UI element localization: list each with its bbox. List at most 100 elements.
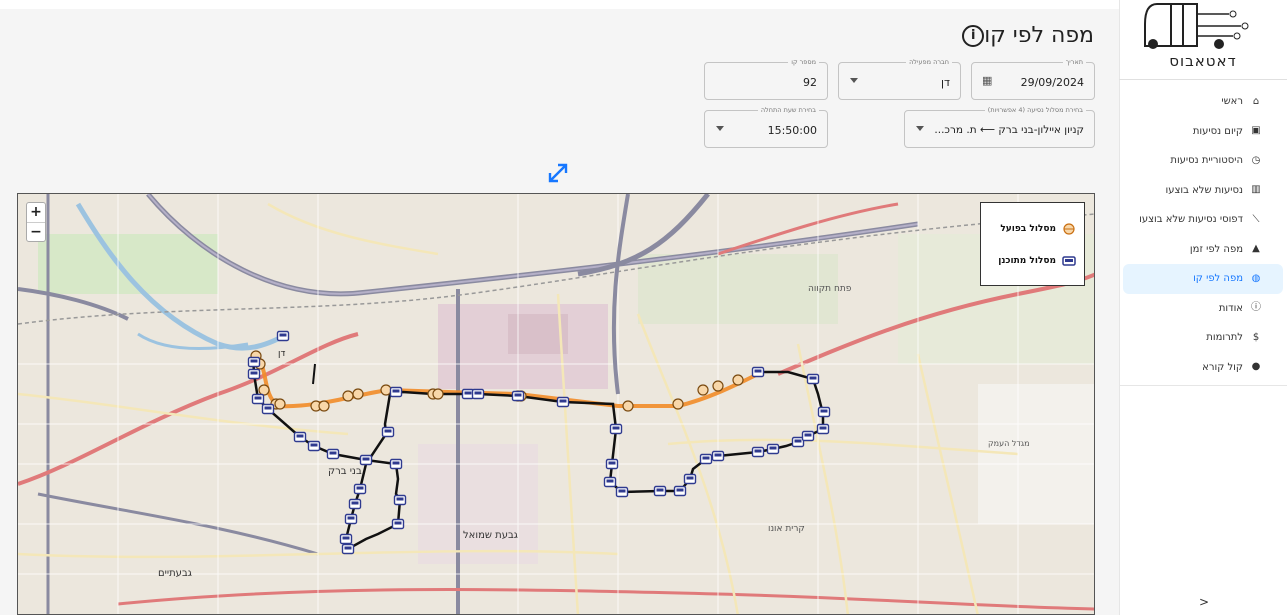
planned-stop-marker[interactable]: [816, 423, 830, 435]
sidebar-item-label: היסטוריית נסיעות: [1170, 155, 1243, 167]
operator-tag: דן: [278, 349, 286, 359]
planned-stop-marker[interactable]: [293, 431, 307, 443]
planned-stop-marker[interactable]: [603, 476, 617, 488]
actual-position-marker[interactable]: [274, 398, 286, 410]
bus-logo-icon: [1144, 3, 1249, 49]
sidebar-item-donations[interactable]: $ לתרומות: [1123, 323, 1283, 353]
line-chart-icon: ⟋: [1252, 213, 1260, 225]
place-label-givat-shmuel: גבעת שמואל: [463, 530, 518, 541]
planned-stop-marker[interactable]: [389, 458, 403, 470]
sidebar-item-label: דפוסי נסיעות שלא בוצעו: [1139, 214, 1243, 226]
planned-stop-marker[interactable]: [326, 448, 340, 460]
planned-stop-marker[interactable]: [766, 443, 780, 455]
route-value: קניון איילון-בני ברק ⟵ ת. מרכ...: [934, 124, 1084, 136]
sidebar-item-map-by-line[interactable]: ◍ מפה לפי קו: [1123, 264, 1283, 294]
planned-stop-marker[interactable]: [381, 426, 395, 438]
expand-map-icon[interactable]: [546, 161, 570, 185]
pin-icon: ●: [1251, 361, 1261, 373]
sidebar-item-about[interactable]: ⓘ אודות: [1123, 294, 1283, 324]
planned-stop-marker[interactable]: [817, 406, 831, 418]
app-logo[interactable]: דאטאבוס: [1119, 0, 1287, 80]
sidebar-item-label: ראשי: [1221, 96, 1243, 108]
sidebar-item-label: קיום נסיעות: [1192, 125, 1243, 137]
sidebar-item-trip-existence[interactable]: ▣ קיום נסיעות: [1123, 117, 1283, 147]
sidebar-item-label: אודות: [1218, 302, 1243, 314]
planned-stop-marker[interactable]: [251, 393, 265, 405]
planned-stop-marker[interactable]: [393, 494, 407, 506]
planned-stop-marker[interactable]: [261, 403, 275, 415]
legend-planned-route: מסלול מתוכנן: [998, 255, 1076, 267]
legend-planned-label: מסלול מתוכנן: [998, 256, 1056, 266]
actual-position-marker[interactable]: [342, 390, 354, 402]
planned-stop-marker[interactable]: [511, 390, 525, 402]
operator-select[interactable]: חברה מפעילה דן: [838, 58, 961, 100]
planned-stop-marker[interactable]: [699, 453, 713, 465]
info-icon[interactable]: i: [962, 24, 985, 47]
planned-stop-marker[interactable]: [605, 458, 619, 470]
planned-stop-marker[interactable]: [615, 486, 629, 498]
actual-position-marker[interactable]: [712, 380, 724, 392]
start-time-select[interactable]: בחירת שעת התחלה 15:50:00: [704, 106, 828, 148]
chevron-down-icon[interactable]: [716, 126, 724, 131]
planned-stop-marker[interactable]: [751, 446, 765, 458]
planned-stop-marker[interactable]: [247, 356, 261, 368]
logo-text: דאטאבוס: [1169, 52, 1237, 70]
main-content: מפה לפי קו i תאריך 29/09/2024 ▦ חברה מפע…: [0, 9, 1119, 615]
route-label: בחירת מסלול נסיעה (4 אפשרויות): [984, 106, 1086, 114]
planned-stop-marker[interactable]: [276, 330, 290, 342]
map[interactable]: בני ברק גבעת שמואל גבעתיים קרית אונו מגד…: [17, 193, 1095, 615]
planned-stop-marker[interactable]: [391, 518, 405, 530]
clock-icon: ◷: [1251, 154, 1261, 166]
planned-stop-marker[interactable]: [801, 430, 815, 442]
actual-position-marker[interactable]: [318, 400, 330, 412]
chevron-down-icon[interactable]: [850, 78, 858, 83]
planned-stop-marker[interactable]: [471, 388, 485, 400]
sidebar-menu: ⌂ ראשי ▣ קיום נסיעות ◷ היסטוריית נסיעות …: [1119, 87, 1287, 382]
planned-stop-marker[interactable]: [341, 543, 355, 555]
globe-icon: ◍: [1251, 272, 1261, 284]
page-title: מפה לפי קו: [984, 23, 1094, 48]
actual-position-marker[interactable]: [697, 384, 709, 396]
planned-stop-marker[interactable]: [359, 454, 373, 466]
planned-stop-marker[interactable]: [806, 373, 820, 385]
chevron-down-icon[interactable]: [916, 126, 924, 131]
planned-stop-marker[interactable]: [673, 485, 687, 497]
date-field[interactable]: תאריך 29/09/2024 ▦: [971, 58, 1095, 100]
planned-stop-marker[interactable]: [683, 473, 697, 485]
planned-stop-marker[interactable]: [556, 396, 570, 408]
sidebar-item-home[interactable]: ⌂ ראשי: [1123, 87, 1283, 117]
sidebar-item-call-for-action[interactable]: ● קול קורא: [1123, 353, 1283, 383]
planned-stop-marker[interactable]: [653, 485, 667, 497]
line-number-value: 92: [803, 76, 817, 89]
zoom-in-button[interactable]: +: [27, 203, 45, 222]
place-label-bnei-brak: בני ברק: [328, 466, 362, 477]
date-label: תאריך: [1062, 58, 1086, 66]
actual-position-marker[interactable]: [672, 398, 684, 410]
actual-position-marker[interactable]: [352, 388, 364, 400]
line-number-field[interactable]: מספר קו 92: [704, 58, 828, 100]
planned-stop-marker[interactable]: [711, 450, 725, 462]
actual-position-marker[interactable]: [380, 384, 392, 396]
sidebar-item-missed-trips[interactable]: ▥ נסיעות שלא בוצעו: [1123, 176, 1283, 206]
route-select[interactable]: בחירת מסלול נסיעה (4 אפשרויות) קניון איי…: [904, 106, 1095, 148]
planned-stop-marker[interactable]: [353, 483, 367, 495]
planned-stop-marker[interactable]: [348, 498, 362, 510]
planned-stop-marker[interactable]: [247, 368, 261, 380]
actual-position-marker[interactable]: [622, 400, 634, 412]
planned-stop-marker[interactable]: [389, 386, 403, 398]
planned-stop-marker[interactable]: [339, 533, 353, 545]
sidebar-item-trip-history[interactable]: ◷ היסטוריית נסיעות: [1123, 146, 1283, 176]
collapse-sidebar-button[interactable]: <: [1199, 595, 1209, 609]
planned-stop-marker[interactable]: [609, 423, 623, 435]
planned-stop-marker[interactable]: [307, 440, 321, 452]
zoom-out-button[interactable]: −: [27, 222, 45, 241]
actual-position-marker[interactable]: [732, 374, 744, 386]
planned-stop-marker[interactable]: [344, 513, 358, 525]
planned-stop-marker[interactable]: [751, 366, 765, 378]
actual-position-marker[interactable]: [432, 388, 444, 400]
home-icon: ⌂: [1252, 95, 1260, 107]
actual-position-marker[interactable]: [258, 384, 270, 396]
calendar-icon[interactable]: ▦: [982, 74, 992, 87]
sidebar-item-map-by-time[interactable]: ▲ מפה לפי זמן: [1123, 235, 1283, 265]
sidebar-item-missed-patterns[interactable]: ⟋ דפוסי נסיעות שלא בוצעו: [1123, 205, 1283, 235]
